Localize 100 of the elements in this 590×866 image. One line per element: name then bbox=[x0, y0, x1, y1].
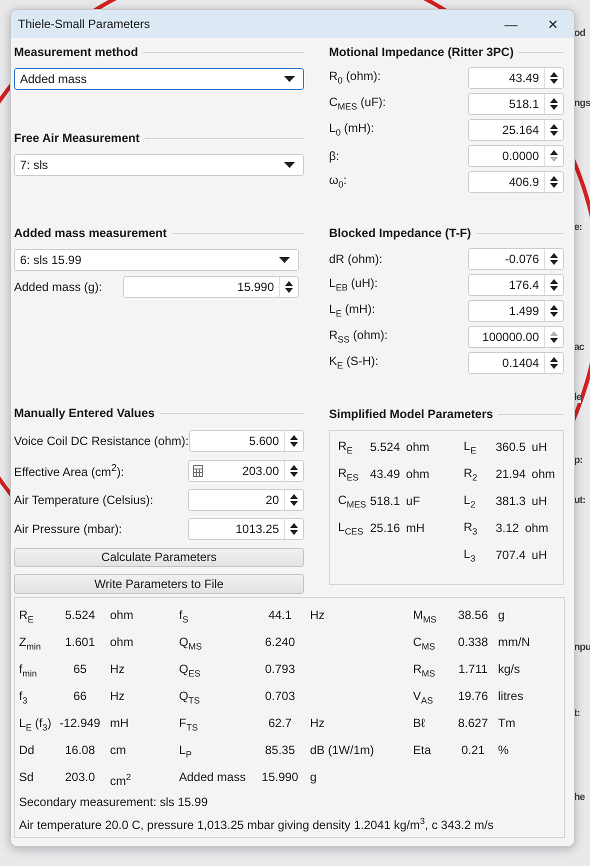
parameter-symbol: Added mass bbox=[179, 770, 246, 784]
dropdown[interactable]: 7: sls bbox=[14, 154, 304, 176]
spin-field[interactable]: 518.1 bbox=[468, 92, 564, 114]
parameter-value: 0.21 bbox=[461, 743, 485, 757]
down-arrow-icon[interactable] bbox=[284, 288, 294, 294]
section-heading: Simplified Model Parameters bbox=[329, 407, 494, 421]
action-button[interactable]: Calculate Parameters bbox=[14, 548, 304, 568]
background-text: ngs bbox=[574, 98, 590, 109]
up-arrow-icon[interactable] bbox=[549, 148, 559, 154]
down-arrow-icon[interactable] bbox=[549, 104, 559, 110]
parameter-unit: cm$^{2}$ bbox=[110, 774, 132, 788]
action-button[interactable]: Write Parameters to File bbox=[14, 574, 304, 594]
parameter-symbol: C$_{MS}$ bbox=[413, 635, 436, 649]
parameter-value: 1.601 bbox=[64, 635, 96, 649]
spin-field[interactable]: 43.49 bbox=[468, 66, 564, 88]
parameter-value: 44.1 bbox=[268, 608, 292, 622]
up-arrow-icon[interactable] bbox=[549, 70, 559, 76]
parameter-symbol: Dd bbox=[19, 743, 34, 757]
parameter-symbol: R$_{ES}$ bbox=[338, 466, 360, 482]
spin-field[interactable]: 25.164 bbox=[468, 118, 564, 140]
up-arrow-icon[interactable] bbox=[289, 492, 299, 499]
parameter-value: 203.0 bbox=[64, 770, 96, 784]
spin-field[interactable]: -0.076 bbox=[468, 248, 564, 270]
parameter-unit: ohm bbox=[110, 635, 134, 649]
caret-icon bbox=[284, 76, 295, 82]
parameter-value: 0.338 bbox=[458, 635, 488, 649]
down-arrow-icon[interactable] bbox=[289, 472, 299, 478]
parameter-symbol: R$_{3}$ bbox=[464, 520, 478, 536]
parameter-value: 5.524 bbox=[370, 440, 400, 454]
minimize-button[interactable]: — bbox=[490, 10, 532, 38]
up-arrow-icon[interactable] bbox=[549, 174, 559, 180]
field-label: K$_{E}$ (S-H): bbox=[329, 354, 378, 371]
up-arrow-icon[interactable] bbox=[549, 252, 559, 258]
calculator-icon[interactable] bbox=[193, 464, 203, 477]
parameter-symbol: V$_{AS}$ bbox=[413, 689, 434, 703]
spin-field[interactable]: 0.0000 bbox=[468, 144, 564, 166]
up-arrow-icon[interactable] bbox=[549, 356, 559, 362]
parameter-value: 0.703 bbox=[264, 689, 296, 703]
spin-field[interactable]: 406.9 bbox=[468, 170, 564, 192]
down-arrow-icon[interactable] bbox=[549, 338, 559, 344]
parameter-value: 85.35 bbox=[264, 743, 296, 757]
parameter-unit: uH bbox=[532, 494, 547, 508]
parameter-value: 0.793 bbox=[264, 662, 296, 676]
parameter-unit: dB (1W/1m) bbox=[310, 743, 374, 757]
up-arrow-icon[interactable] bbox=[289, 464, 299, 470]
down-arrow-icon[interactable] bbox=[549, 286, 559, 292]
field-label: L$_{EB}$ (uH): bbox=[329, 276, 378, 293]
down-arrow-icon[interactable] bbox=[289, 530, 299, 536]
close-button[interactable]: ✕ bbox=[532, 10, 574, 38]
dropdown[interactable]: 6: sls 15.99 bbox=[14, 249, 299, 271]
up-arrow-icon[interactable] bbox=[289, 434, 299, 440]
field-label: Effective Area (cm$^{2}$): bbox=[14, 462, 124, 479]
down-arrow-icon[interactable] bbox=[549, 364, 559, 370]
spin-field[interactable]: 1.499 bbox=[468, 300, 564, 322]
spin-field[interactable]: 203.00 bbox=[188, 460, 304, 482]
up-arrow-icon[interactable] bbox=[549, 278, 559, 284]
field-label: Voice Coil DC Resistance (ohm): bbox=[14, 434, 189, 448]
parameter-symbol: C$_{MES}$ bbox=[338, 492, 364, 510]
down-arrow-icon[interactable] bbox=[549, 182, 559, 188]
dropdown[interactable]: Added mass bbox=[14, 68, 304, 90]
field-label: L$_{E}$ (mH): bbox=[329, 302, 376, 319]
parameter-symbol: L$_{P}$ bbox=[179, 743, 192, 757]
up-arrow-icon[interactable] bbox=[284, 280, 294, 286]
spin-field[interactable]: 1013.25 bbox=[188, 518, 304, 540]
parameter-value: 21.94 bbox=[496, 467, 526, 481]
down-arrow-icon[interactable] bbox=[549, 78, 559, 84]
parameter-value: 360.5 bbox=[496, 440, 526, 454]
note-text: Air temperature 20.0 C, pressure 1,013.25 mbar giving density 1.2041 kg/m$^{3}$, c 343.2 m/s bbox=[19, 816, 495, 832]
up-arrow-icon[interactable] bbox=[289, 522, 299, 528]
spin-field[interactable]: 5.600 bbox=[188, 430, 304, 452]
up-arrow-icon[interactable] bbox=[549, 122, 559, 128]
field-label: Added mass (g): bbox=[14, 280, 102, 294]
spin-field[interactable]: 15.990 bbox=[123, 276, 299, 298]
spin-field[interactable]: 20 bbox=[188, 488, 304, 511]
down-arrow-icon[interactable] bbox=[289, 442, 299, 448]
field-label: C$_{MES}$ (uF): bbox=[329, 95, 386, 112]
field-label: R$_{SS}$ (ohm): bbox=[329, 328, 388, 345]
parameter-value: 38.56 bbox=[458, 608, 488, 622]
background-text: od bbox=[574, 28, 586, 39]
spin-field[interactable]: 100000.00 bbox=[468, 326, 564, 348]
down-arrow-icon[interactable] bbox=[549, 260, 559, 266]
parameter-value: 6.240 bbox=[264, 635, 296, 649]
spin-field[interactable]: 176.4 bbox=[468, 274, 564, 296]
up-arrow-icon[interactable] bbox=[549, 96, 559, 102]
note-text: Secondary measurement: sls 15.99 bbox=[19, 795, 209, 809]
parameter-unit: mH bbox=[406, 521, 425, 535]
parameter-value: 3.12 bbox=[496, 521, 519, 535]
parameter-unit: mH bbox=[110, 716, 129, 730]
parameter-unit: % bbox=[498, 743, 509, 757]
field-label: R$_{0}$ (ohm): bbox=[329, 69, 381, 86]
parameter-symbol: f$_{3}$ bbox=[19, 689, 28, 703]
parameter-symbol: L$_{CES}$ bbox=[338, 520, 364, 536]
down-arrow-icon[interactable] bbox=[549, 130, 559, 136]
field-label: Air Temperature (Celsius): bbox=[14, 492, 154, 507]
up-arrow-icon[interactable] bbox=[549, 304, 559, 310]
down-arrow-icon[interactable] bbox=[289, 500, 299, 507]
section-heading: Blocked Impedance (T-F) bbox=[329, 226, 472, 240]
down-arrow-icon[interactable] bbox=[549, 312, 559, 318]
spin-field[interactable]: 0.1404 bbox=[468, 352, 564, 374]
parameter-unit: g bbox=[498, 608, 505, 622]
